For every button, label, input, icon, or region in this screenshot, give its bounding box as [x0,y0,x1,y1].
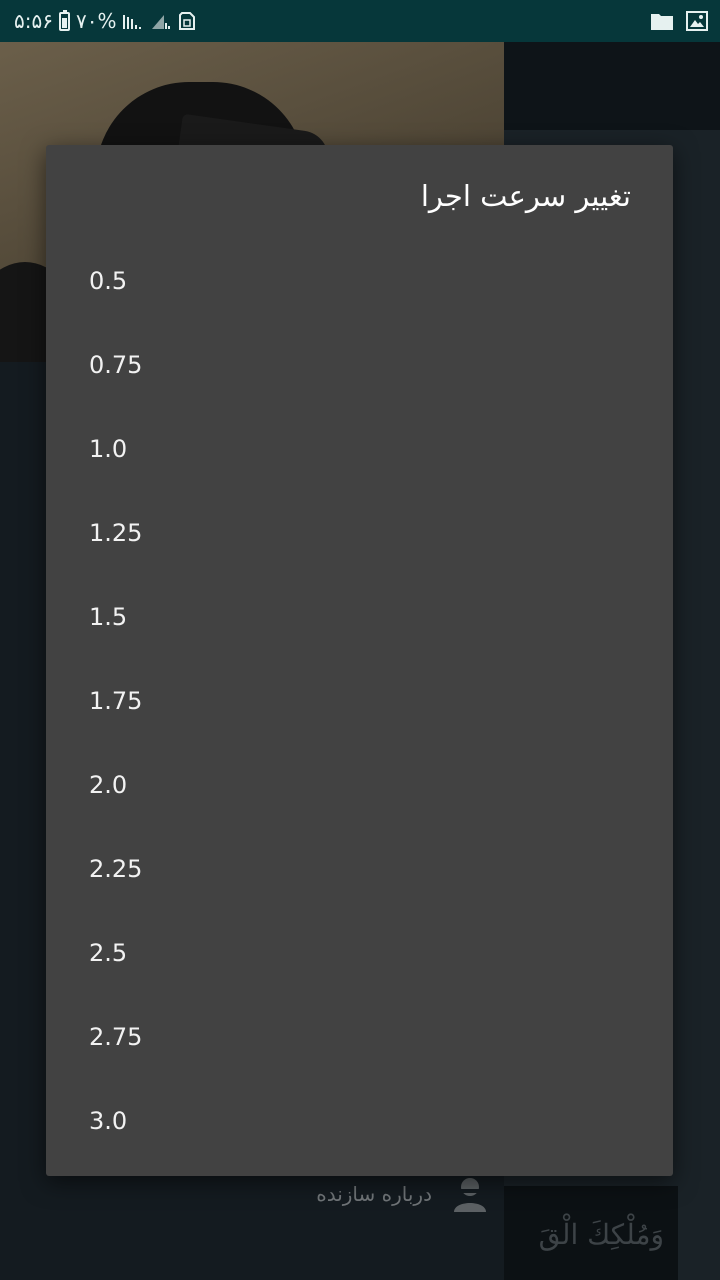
sim-icon [179,12,196,30]
drawer-item-about-developer[interactable]: درباره سازنده [290,1172,490,1216]
speed-option[interactable]: 0.75 [46,323,673,407]
status-time: ۵:۵۶ [14,9,53,33]
person-icon [454,1178,486,1212]
signal-icon [123,15,142,29]
speed-option[interactable]: 2.25 [46,827,673,911]
speed-option[interactable]: 1.75 [46,659,673,743]
status-bar: ۵:۵۶ ۷۰% [0,0,720,42]
top-right-strip [504,42,720,130]
signal-icon [152,15,171,29]
speed-option[interactable]: 2.75 [46,995,673,1079]
status-left: ۵:۵۶ ۷۰% [14,9,196,33]
verse-card: وَمُلْكِكَ الْقَ [504,1186,678,1280]
folder-icon [651,14,673,30]
playback-speed-dialog: تغییر سرعت اجرا 0.5 0.75 1.0 1.25 1.5 1.… [46,145,673,1176]
speed-option[interactable]: 2.5 [46,911,673,995]
battery-icon [58,9,70,31]
status-right [650,11,708,31]
speed-option[interactable]: 3.0 [46,1079,673,1163]
speed-option[interactable]: 1.0 [46,407,673,491]
speed-option[interactable]: 0.5 [46,239,673,323]
image-icon [686,11,708,31]
speed-option[interactable]: 2.0 [46,743,673,827]
screen: ۵:۵۶ ۷۰% درباره سازنده وَمُلْكِكَ الْقَ … [0,0,720,1280]
dialog-title: تغییر سرعت اجرا [420,179,631,213]
speed-option[interactable]: 1.5 [46,575,673,659]
speed-option[interactable]: 1.25 [46,491,673,575]
speed-option-list: 0.5 0.75 1.0 1.25 1.5 1.75 2.0 2.25 2.5 … [46,239,673,1163]
verse-text: وَمُلْكِكَ الْقَ [538,1218,664,1251]
drawer-item-label: درباره سازنده [316,1182,432,1206]
battery-percent: ۷۰% [75,9,117,33]
